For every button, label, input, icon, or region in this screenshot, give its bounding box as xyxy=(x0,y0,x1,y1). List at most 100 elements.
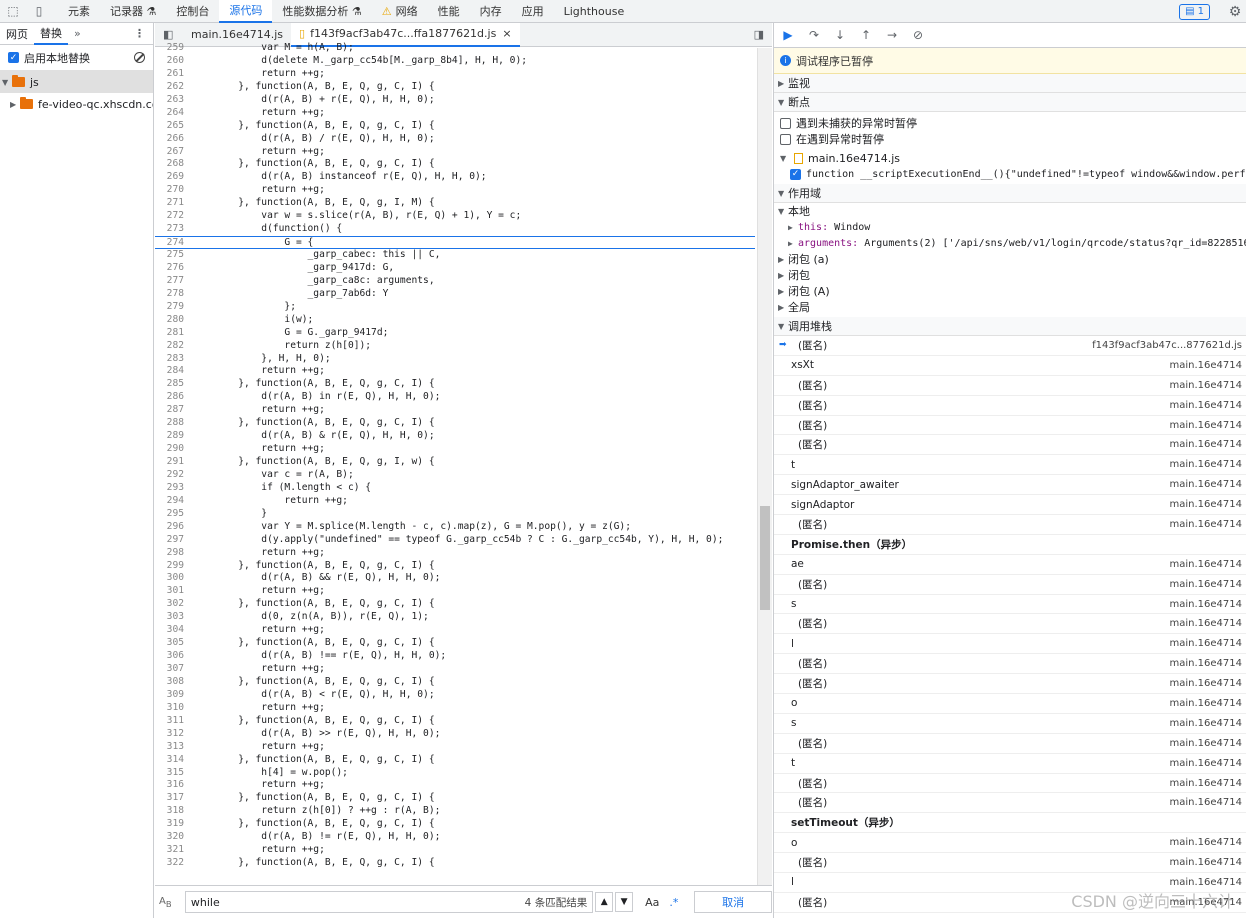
line-number[interactable]: 295 xyxy=(155,508,188,521)
code-line[interactable]: 313 return ++g; xyxy=(155,741,755,754)
code-line[interactable]: 297 d(y.apply("undefined" == typeof G._g… xyxy=(155,534,755,547)
frame-location[interactable]: main.16e4714 xyxy=(1170,459,1243,470)
line-number[interactable]: 282 xyxy=(155,340,188,353)
callstack-frame[interactable]: l main.16e4714 xyxy=(774,634,1246,655)
breakpoint-checkbox[interactable]: ✓ xyxy=(790,168,801,180)
callstack-frame[interactable]: signAdaptor main.16e4714 xyxy=(774,495,1246,516)
panel-tab[interactable]: Lighthouse xyxy=(554,0,635,23)
scope-global[interactable]: 全局 xyxy=(788,299,810,315)
code-line[interactable]: 296 var Y = M.splice(M.length - c, c).ma… xyxy=(155,521,755,534)
code-line[interactable]: 306 d(r(A, B) !== r(E, Q), H, H, 0); xyxy=(155,650,755,663)
frame-location[interactable]: main.16e4714 xyxy=(1170,738,1243,749)
frame-location[interactable]: main.16e4714 xyxy=(1170,857,1243,868)
code-line[interactable]: 305 }, function(A, B, E, Q, g, C, I) { xyxy=(155,637,755,650)
callstack-frame[interactable]: ➡ (匿名) f143f9acf3ab47c...877621d.js xyxy=(774,336,1246,356)
collapse-arrow-icon[interactable]: ▶ xyxy=(778,287,788,296)
frame-location[interactable]: main.16e4714 xyxy=(1170,658,1243,669)
breakpoint-file[interactable]: main.16e4714.js xyxy=(808,152,900,165)
code-line[interactable]: 301 return ++g; xyxy=(155,585,755,598)
scope-closure[interactable]: 闭包 (a) xyxy=(788,251,829,267)
code-line[interactable]: 264 return ++g; xyxy=(155,107,755,120)
line-number[interactable]: 271 xyxy=(155,197,188,210)
regex-button[interactable]: .* xyxy=(669,896,678,909)
code-line[interactable]: 300 d(r(A, B) && r(E, Q), H, H, 0); xyxy=(155,572,755,585)
settings-gear-icon[interactable]: ⚙ xyxy=(1224,4,1246,20)
code-line[interactable]: 259 var M = h(A, B); xyxy=(155,42,755,55)
code-line[interactable]: 260 d(delete M._garp_cc54b[M._garp_8b4],… xyxy=(155,55,755,68)
line-number[interactable]: 269 xyxy=(155,171,188,184)
line-number[interactable]: 268 xyxy=(155,158,188,171)
line-number[interactable]: 283 xyxy=(155,353,188,366)
code-line[interactable]: 262 }, function(A, B, E, Q, g, C, I) { xyxy=(155,81,755,94)
expand-arrow-icon[interactable]: ▼ xyxy=(778,207,788,216)
line-number[interactable]: 311 xyxy=(155,715,188,728)
code-line[interactable]: 267 return ++g; xyxy=(155,146,755,159)
code-line[interactable]: 287 return ++g; xyxy=(155,404,755,417)
code-line[interactable]: 273 d(function() { xyxy=(155,223,755,236)
line-number[interactable]: 270 xyxy=(155,184,188,197)
line-number[interactable]: 289 xyxy=(155,430,188,443)
line-number[interactable]: 292 xyxy=(155,469,188,482)
frame-location[interactable]: main.16e4714 xyxy=(1170,758,1243,769)
frame-location[interactable]: main.16e4714 xyxy=(1170,618,1243,629)
step-icon[interactable]: → xyxy=(884,28,900,42)
line-number[interactable]: 278 xyxy=(155,288,188,301)
line-number[interactable]: 306 xyxy=(155,650,188,663)
code-line[interactable]: 308 }, function(A, B, E, Q, g, C, I) { xyxy=(155,676,755,689)
tree-item-domain[interactable]: ▶ fe-video-qc.xhscdn.com xyxy=(0,93,153,115)
line-number[interactable]: 277 xyxy=(155,275,188,288)
match-case-button[interactable]: Aa xyxy=(645,896,659,909)
code-line[interactable]: 292 var c = r(A, B); xyxy=(155,469,755,482)
frame-location[interactable]: main.16e4714 xyxy=(1170,678,1243,689)
code-line[interactable]: 274 G = { xyxy=(155,236,755,249)
section-scope[interactable]: ▼ 作用域 xyxy=(774,184,1246,203)
line-number[interactable]: 302 xyxy=(155,598,188,611)
callstack-frame[interactable]: (匿名) main.16e4714 xyxy=(774,515,1246,535)
line-number[interactable]: 305 xyxy=(155,637,188,650)
tree-item-js[interactable]: ▼ js xyxy=(0,71,153,93)
callstack-frame[interactable]: l main.16e4714 xyxy=(774,873,1246,893)
collapse-arrow-icon[interactable]: ▶ xyxy=(10,100,20,109)
code-line[interactable]: 279 }; xyxy=(155,301,755,314)
callstack-frame[interactable]: (匿名) main.16e4714 xyxy=(774,396,1246,416)
tab-overrides[interactable]: 替换 xyxy=(34,23,68,45)
line-number[interactable]: 261 xyxy=(155,68,188,81)
callstack-frame[interactable]: ae main.16e4714 xyxy=(774,555,1246,575)
frame-location[interactable]: main.16e4714 xyxy=(1170,400,1243,411)
panel-tab[interactable]: 性能 xyxy=(428,0,470,23)
line-number[interactable]: 266 xyxy=(155,133,188,146)
line-number[interactable]: 320 xyxy=(155,831,188,844)
code-line[interactable]: 280 i(w); xyxy=(155,314,755,327)
code-line[interactable]: 311 }, function(A, B, E, Q, g, C, I) { xyxy=(155,715,755,728)
collapse-arrow-icon[interactable]: ▶ xyxy=(778,303,788,312)
line-number[interactable]: 262 xyxy=(155,81,188,94)
step-into-icon[interactable]: ↓ xyxy=(832,28,848,42)
line-number[interactable]: 312 xyxy=(155,728,188,741)
code-line[interactable]: 304 return ++g; xyxy=(155,624,755,637)
frame-location[interactable]: main.16e4714 xyxy=(1170,897,1243,908)
code-line[interactable]: 307 return ++g; xyxy=(155,663,755,676)
code-line[interactable]: 312 d(r(A, B) >> r(E, Q), H, H, 0); xyxy=(155,728,755,741)
code-line[interactable]: 275 _garp_cabec: this || C, xyxy=(155,249,755,262)
code-line[interactable]: 278 _garp_7ab6d: Y xyxy=(155,288,755,301)
panel-tab[interactable]: 元素 xyxy=(58,0,100,23)
callstack-frame[interactable]: o main.16e4714 xyxy=(774,833,1246,854)
line-number[interactable]: 322 xyxy=(155,857,188,870)
line-number[interactable]: 281 xyxy=(155,327,188,340)
code-line[interactable]: 285 }, function(A, B, E, Q, g, C, I) { xyxy=(155,378,755,391)
frame-location[interactable]: main.16e4714 xyxy=(1170,479,1243,490)
code-line[interactable]: 283 }, H, H, 0); xyxy=(155,353,755,366)
line-number[interactable]: 301 xyxy=(155,585,188,598)
vertical-scrollbar[interactable] xyxy=(757,48,772,890)
step-out-icon[interactable]: ↑ xyxy=(858,28,874,42)
code-line[interactable]: 294 return ++g; xyxy=(155,495,755,508)
line-number[interactable]: 279 xyxy=(155,301,188,314)
line-number[interactable]: 303 xyxy=(155,611,188,624)
code-line[interactable]: 268 }, function(A, B, E, Q, g, C, I) { xyxy=(155,158,755,171)
line-number[interactable]: 297 xyxy=(155,534,188,547)
line-number[interactable]: 315 xyxy=(155,767,188,780)
code-line[interactable]: 303 d(0, z(n(A, B)), r(E, Q), 1); xyxy=(155,611,755,624)
collapse-arrow-icon[interactable]: ▶ xyxy=(778,255,788,264)
code-line[interactable]: 298 return ++g; xyxy=(155,547,755,560)
code-line[interactable]: 266 d(r(A, B) / r(E, Q), H, H, 0); xyxy=(155,133,755,146)
